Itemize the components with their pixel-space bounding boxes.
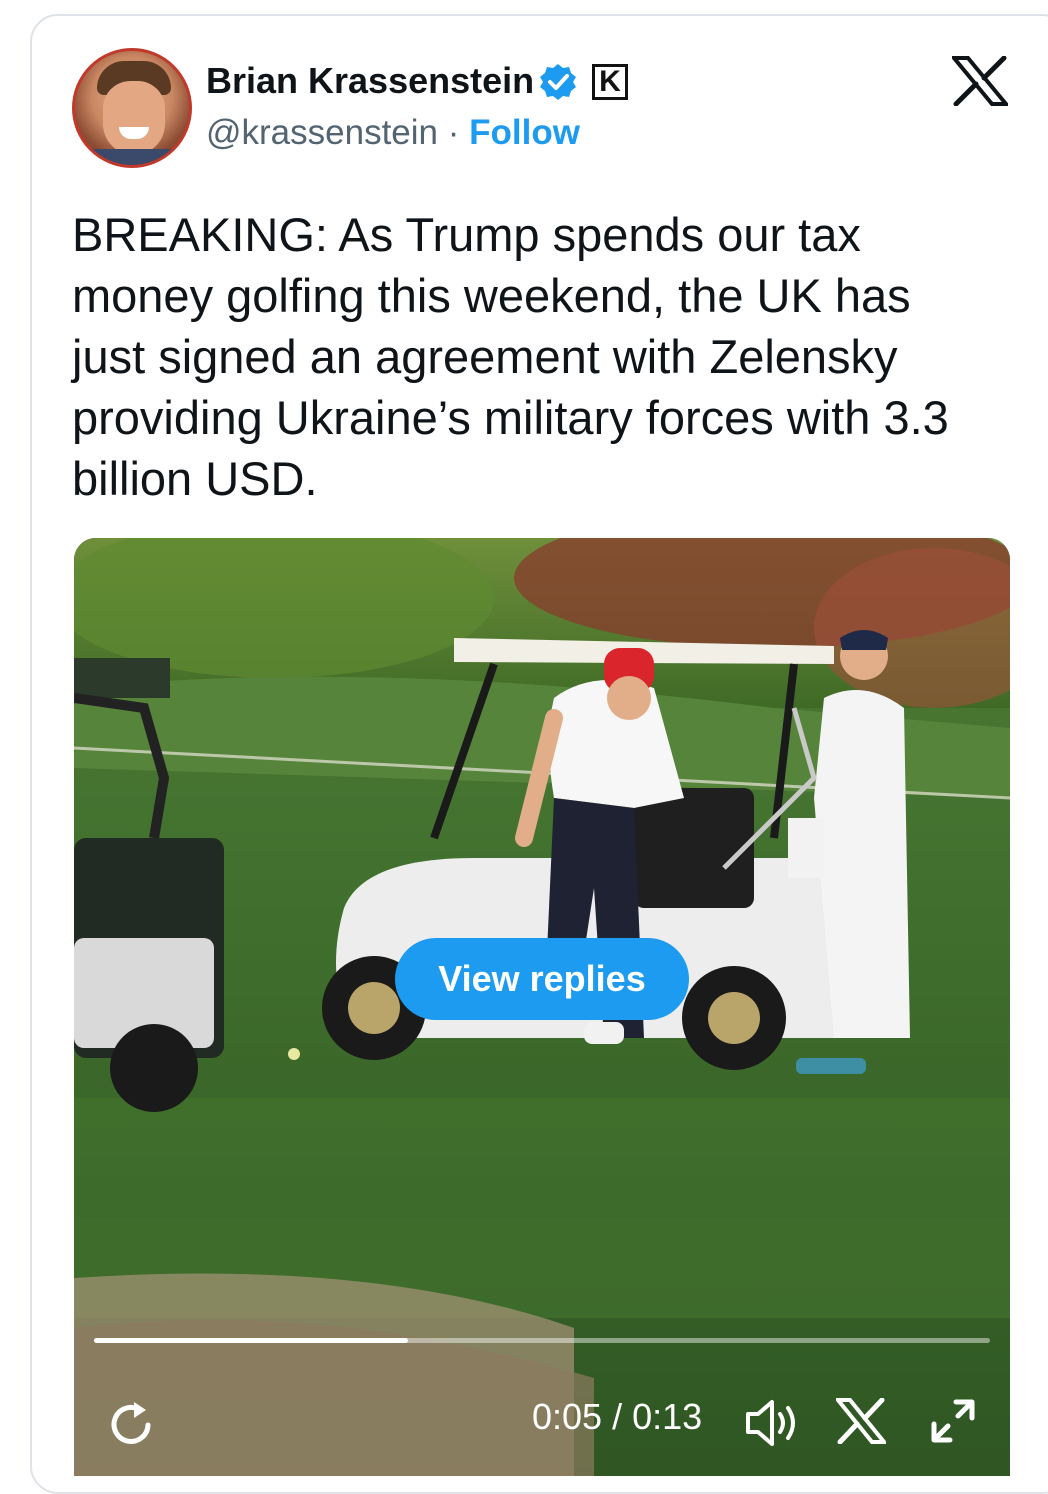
expand-icon[interactable] bbox=[930, 1398, 976, 1444]
video-player[interactable]: View replies 0:05 / 0:13 bbox=[74, 538, 1010, 1476]
x-logo-icon[interactable] bbox=[952, 56, 1008, 106]
verified-check-icon bbox=[540, 64, 576, 100]
separator-dot: · bbox=[438, 113, 470, 152]
video-progress-fill bbox=[94, 1338, 408, 1343]
author-avatar[interactable] bbox=[72, 48, 192, 168]
affiliate-badge[interactable]: K bbox=[592, 64, 628, 100]
replay-icon[interactable] bbox=[104, 1398, 158, 1452]
follow-button[interactable]: Follow bbox=[469, 113, 580, 152]
tweet-text: BREAKING: As Trump spends our tax money … bbox=[72, 208, 949, 505]
video-time: 0:05 / 0:13 bbox=[532, 1396, 703, 1437]
author-name[interactable]: Brian Krassenstein bbox=[206, 60, 534, 102]
volume-icon[interactable] bbox=[744, 1398, 800, 1448]
author-handle-line: @krassenstein · Follow bbox=[206, 113, 580, 153]
avatar-face bbox=[103, 81, 165, 155]
x-watermark-icon[interactable] bbox=[836, 1398, 886, 1444]
video-progress-bar[interactable] bbox=[94, 1338, 990, 1343]
author-handle[interactable]: @krassenstein bbox=[206, 113, 438, 152]
view-replies-button[interactable]: View replies bbox=[395, 938, 689, 1020]
